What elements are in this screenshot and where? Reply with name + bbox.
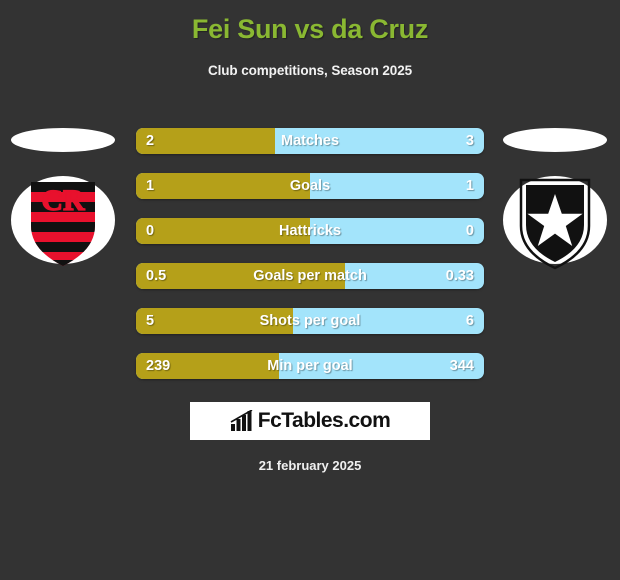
stat-label-goals-per-match: Goals per match	[253, 268, 367, 284]
svg-text:CR: CR	[41, 184, 85, 217]
stat-row-shots-per-goal: 5 Shots per goal 6	[136, 308, 484, 334]
fctables-logo-text: FcTables.com	[257, 409, 391, 432]
fctables-logo[interactable]: FcTables.com	[190, 402, 430, 440]
stat-label-goals: Goals	[289, 178, 331, 194]
stat-row-hattricks: 0 Hattricks 0	[136, 218, 484, 244]
away-value-matches: 3	[465, 133, 474, 149]
comparison-section: CR 2 Matches 3 1 Goals 1 0 Hattricks 0 0…	[0, 120, 620, 390]
home-team-crest-column: CR	[8, 120, 118, 280]
page-subtitle: Club competitions, Season 2025	[207, 63, 413, 78]
stat-row-goals-per-match: 0.5 Goals per match 0.33	[136, 263, 484, 289]
page-header: Fei Sun vs da Cruz Club competitions, Se…	[0, 0, 620, 78]
page-title: Fei Sun vs da Cruz	[191, 14, 429, 44]
stat-row-goals: 1 Goals 1	[136, 173, 484, 199]
flamengo-crest: CR	[11, 168, 115, 272]
away-value-min-per-goal: 344	[449, 358, 474, 374]
stat-label-min-per-goal: Min per goal	[267, 358, 353, 374]
botafogo-crest-icon	[519, 178, 591, 270]
stat-label-matches: Matches	[280, 133, 340, 149]
footer-date: 21 february 2025	[258, 458, 362, 473]
stats-list: 2 Matches 3 1 Goals 1 0 Hattricks 0 0.5 …	[136, 128, 484, 398]
stat-label-hattricks: Hattricks	[278, 223, 342, 239]
flamengo-crest-icon: CR	[31, 182, 95, 266]
stat-row-min-per-goal: 239 Min per goal 344	[136, 353, 484, 379]
botafogo-crest	[503, 168, 607, 272]
away-value-hattricks: 0	[465, 223, 474, 239]
away-value-goals-per-match: 0.33	[445, 268, 474, 284]
bar-chart-icon	[230, 410, 253, 431]
stat-label-shots-per-goal: Shots per goal	[259, 313, 361, 329]
away-value-shots-per-goal: 6	[465, 313, 474, 329]
away-crest-top-ellipse	[503, 128, 607, 152]
stat-row-matches: 2 Matches 3	[136, 128, 484, 154]
home-crest-top-ellipse	[11, 128, 115, 152]
away-value-goals: 1	[465, 178, 474, 194]
away-team-crest-column	[500, 120, 610, 280]
